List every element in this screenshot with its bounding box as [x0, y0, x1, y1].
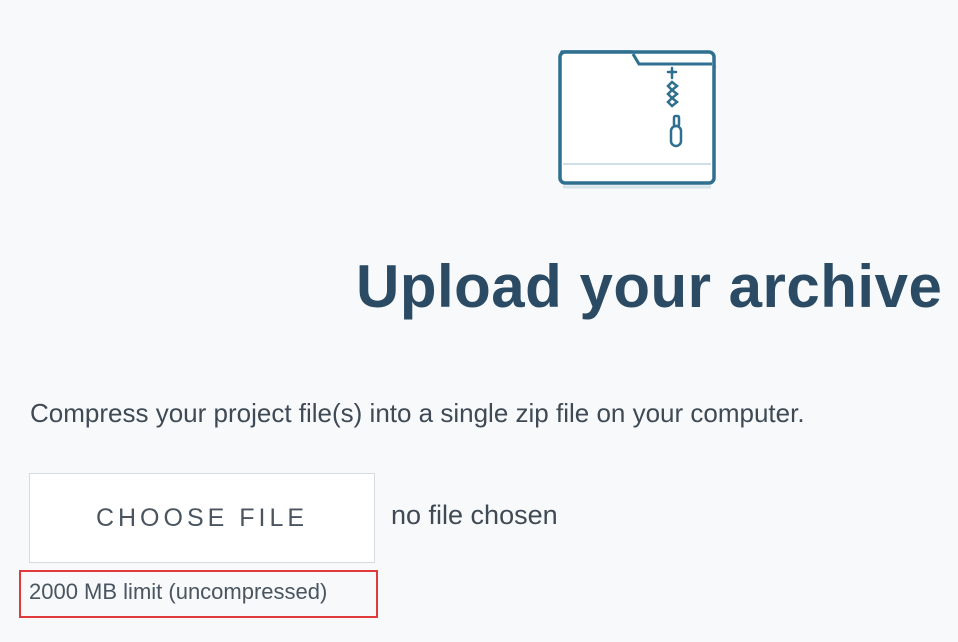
page-title: Upload your archive — [356, 253, 943, 320]
upload-page: Upload your archive Compress your projec… — [0, 0, 958, 642]
zip-folder-icon — [558, 50, 716, 189]
size-limit-note: 2000 MB limit (uncompressed) — [29, 579, 328, 604]
choose-file-button[interactable]: CHOOSE FILE — [29, 473, 375, 563]
file-status-text: no file chosen — [391, 500, 558, 530]
upload-instruction: Compress your project file(s) into a sin… — [30, 398, 805, 428]
